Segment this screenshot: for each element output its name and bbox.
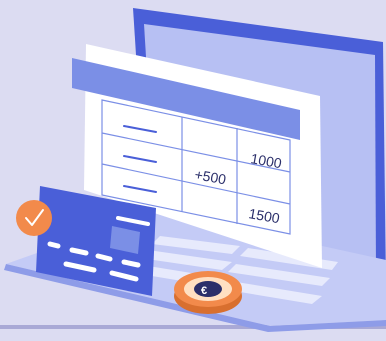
euro-symbol: € [201, 285, 207, 297]
illustration: +500 1000 1500 € [0, 0, 386, 341]
check-badge-icon [16, 200, 52, 236]
scene: +500 1000 1500 € [0, 8, 386, 332]
euro-coin-icon: € [174, 271, 242, 314]
